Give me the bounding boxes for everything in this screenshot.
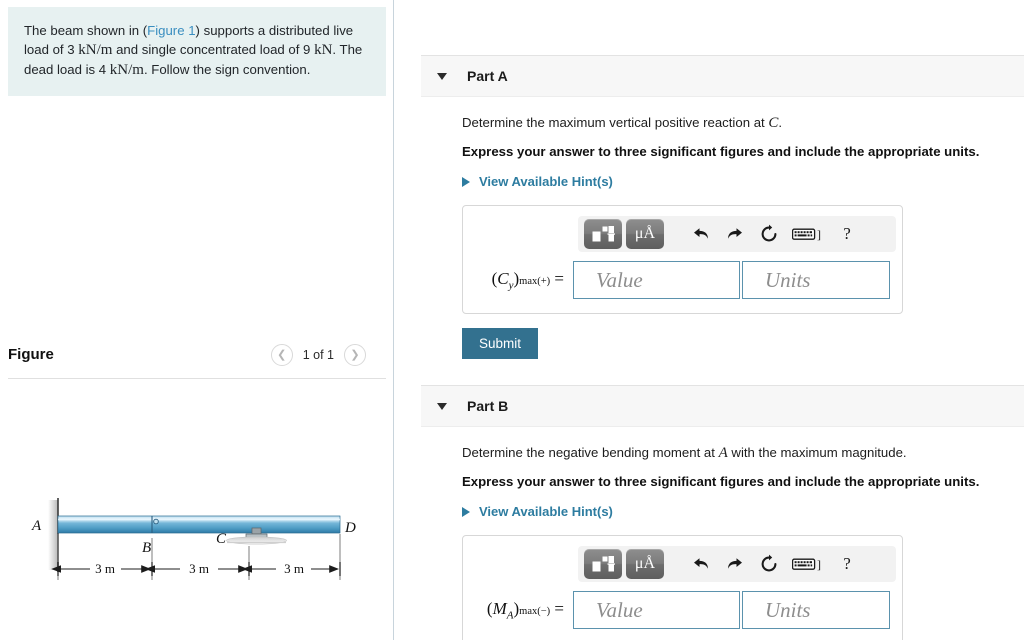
part-a-units-placeholder: Units [764, 267, 811, 292]
live-load-units: kN/m [78, 42, 113, 58]
figure-panel-title: Figure [8, 346, 54, 363]
part-a-prompt-symbol: C [768, 115, 779, 131]
part-a-title: Part A [467, 68, 508, 84]
keyboard-icon[interactable]: ] [786, 549, 830, 579]
page-root: The beam shown in (Figure 1) supports a … [0, 0, 1024, 640]
part-a-variable-label: (Cy)max(+) = [491, 268, 564, 292]
part-b-units-input[interactable]: Units [741, 591, 890, 629]
left-panel: The beam shown in (Figure 1) supports a … [0, 0, 394, 640]
triangle-right-icon [462, 506, 470, 517]
dimension-group-3: 3 m [242, 561, 340, 576]
dimension-label-2: 3 m [189, 561, 209, 576]
part-b-prompt: Determine the negative bending moment at… [462, 427, 1022, 462]
undo-icon[interactable] [684, 219, 718, 249]
part-a-body: Determine the maximum vertical positive … [462, 97, 1022, 359]
right-panel: Part A Determine the maximum vertical po… [395, 0, 1024, 640]
problem-text-7: . Follow the sign convention. [143, 62, 311, 77]
figure-pager: ❮ 1 of 1 ❯ [270, 344, 366, 366]
figure-page-label: 1 of 1 [302, 348, 334, 362]
reset-icon[interactable] [752, 219, 786, 249]
part-a-value-input[interactable]: Value [573, 261, 740, 299]
problem-statement: The beam shown in (Figure 1) supports a … [8, 7, 386, 96]
part-b-prompt-text: Determine the negative bending moment at [462, 445, 719, 460]
redo-icon[interactable] [718, 549, 752, 579]
beam-figure: A B C D 3 m 3 m 3 m [8, 400, 386, 630]
figure-header: Figure ❮ 1 of 1 ❯ [8, 344, 386, 374]
beam-label-A: A [31, 518, 42, 534]
figure-divider [8, 378, 386, 379]
problem-text-3: load of 3 [24, 42, 79, 57]
undo-icon[interactable] [684, 549, 718, 579]
part-a-prompt: Determine the maximum vertical positive … [462, 97, 1022, 132]
point-load-units: kN [314, 42, 333, 58]
part-a-hints-label: View Available Hint(s) [479, 174, 613, 189]
beam-label-C: C [216, 531, 227, 547]
help-icon[interactable]: ? [830, 549, 864, 579]
part-b-prompt-symbol: A [718, 445, 728, 461]
part-b-answer-widget: μÅ] ? (MA)max(−) = Value Units [462, 535, 903, 640]
beam-label-B: B [142, 540, 151, 556]
part-b-equals: = [554, 598, 564, 618]
math-template-icon[interactable] [584, 549, 622, 579]
part-b-units-placeholder: Units [764, 597, 811, 622]
part-b-instruction: Express your answer to three significant… [462, 474, 980, 489]
redo-icon[interactable] [718, 219, 752, 249]
part-a-section: Part A Determine the maximum vertical po… [395, 55, 1024, 359]
part-a-instruction: Express your answer to three significant… [462, 144, 980, 159]
part-b-variable-label: (MA)max(−) = [486, 598, 564, 622]
beam-member [57, 515, 341, 534]
problem-text-5: . [332, 42, 337, 57]
triangle-right-icon [462, 176, 470, 187]
part-b-prompt-suffix: with the maximum magnitude. [727, 445, 907, 460]
figure-prev-button[interactable]: ❮ [270, 344, 293, 366]
part-a-value-placeholder: Value [596, 267, 643, 292]
math-template-icon[interactable] [584, 219, 622, 249]
part-b-toolbar: μÅ] ? [578, 546, 896, 582]
part-a-toolbar: μÅ] ? [578, 216, 896, 252]
part-a-prompt-text: Determine the maximum vertical positive … [462, 115, 769, 130]
part-a-answer-row: (Cy)max(+) = Value Units [475, 261, 890, 299]
beam-diagram-svg: A B C D 3 m 3 m 3 m [31, 498, 356, 580]
part-a-submit-button[interactable]: Submit [462, 328, 539, 359]
dead-load-units: kN/m [109, 62, 144, 78]
part-b-title: Part B [467, 398, 509, 414]
part-a-prompt-suffix: . [778, 115, 783, 130]
caret-down-icon[interactable] [437, 72, 447, 80]
part-b-hints-label: View Available Hint(s) [479, 504, 613, 519]
figure-next-button[interactable]: ❯ [344, 344, 366, 366]
part-b-hints-toggle[interactable]: View Available Hint(s) [462, 491, 1022, 519]
part-a-answer-widget: μÅ] ? (Cy)max(+) = Value Units [462, 205, 903, 314]
part-a-header[interactable]: Part A [421, 55, 1024, 97]
chevron-left-icon: ❮ [277, 348, 287, 361]
help-icon[interactable]: ? [830, 219, 864, 249]
units-icon[interactable]: μÅ [626, 219, 664, 249]
part-a-hints-toggle[interactable]: View Available Hint(s) [462, 161, 1022, 189]
dimension-label-1: 3 m [95, 561, 115, 576]
part-a-equals: = [554, 268, 564, 288]
part-a-units-input[interactable]: Units [741, 261, 890, 299]
dimension-group-2: 3 m [145, 561, 249, 576]
part-b-value-input[interactable]: Value [573, 591, 740, 629]
problem-text-4: and single concentrated load of 9 [112, 42, 315, 57]
problem-text-1: The beam shown in ( [24, 23, 148, 38]
keyboard-icon[interactable]: ] [786, 219, 830, 249]
chevron-right-icon: ❯ [350, 348, 360, 361]
part-b-value-placeholder: Value [596, 597, 643, 622]
dimension-label-3: 3 m [284, 561, 304, 576]
units-icon[interactable]: μÅ [626, 549, 664, 579]
reset-icon[interactable] [752, 549, 786, 579]
part-b-section: Part B Determine the negative bending mo… [395, 385, 1024, 640]
part-b-body: Determine the negative bending moment at… [462, 427, 1022, 640]
part-b-header[interactable]: Part B [421, 385, 1024, 427]
beam-label-D: D [344, 520, 356, 536]
figure-1-link[interactable]: Figure 1 [147, 23, 195, 38]
svg-text:]: ] [817, 557, 821, 571]
svg-text:]: ] [817, 227, 821, 241]
part-b-answer-row: (MA)max(−) = Value Units [475, 591, 890, 629]
support-fixed-A [48, 498, 59, 572]
problem-text-2: ) supports a distributed live [195, 23, 354, 38]
caret-down-icon[interactable] [437, 402, 447, 410]
dimension-group-1: 3 m [51, 561, 152, 576]
